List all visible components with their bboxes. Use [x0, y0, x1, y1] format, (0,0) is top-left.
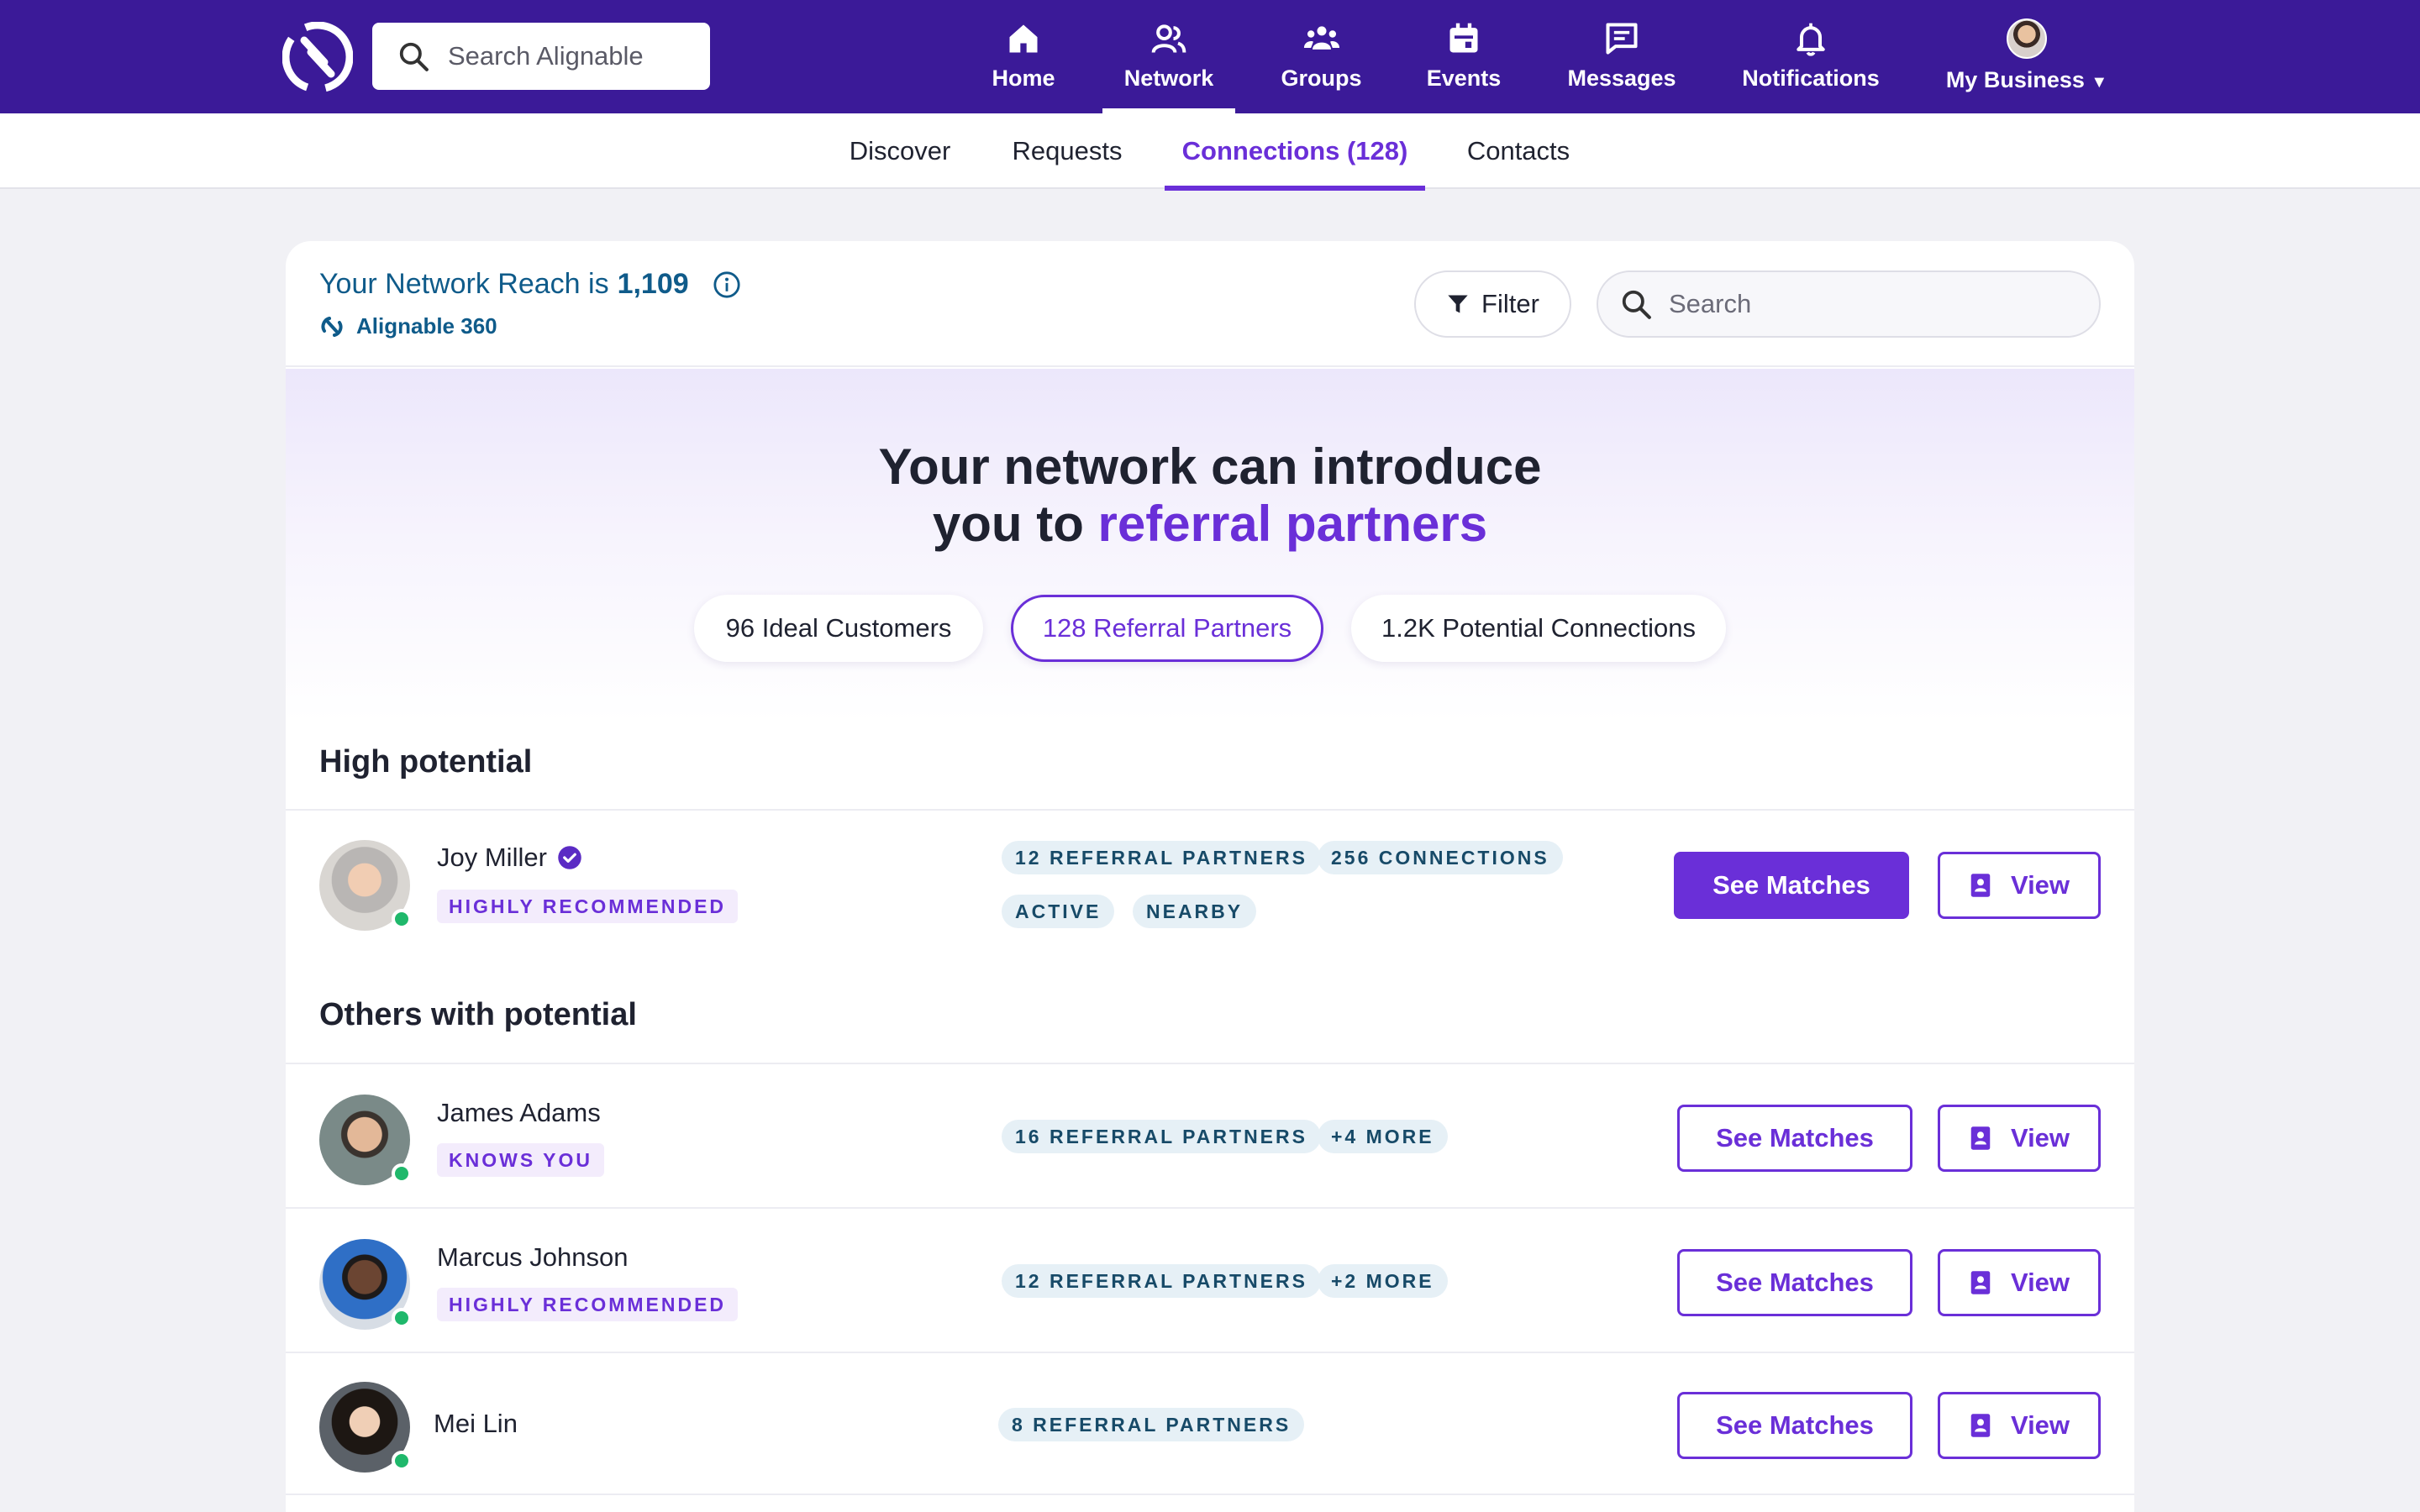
filter-icon — [1448, 295, 1468, 313]
top-navigation-bar: Home Network Groups Events Messages Noti… — [0, 0, 2420, 113]
global-search-input[interactable] — [448, 41, 700, 71]
chip-active: ACTIVE — [1002, 895, 1115, 928]
nav-messages[interactable]: Messages — [1563, 0, 1681, 113]
profile-card-icon — [1970, 874, 1991, 897]
nav-events[interactable]: Events — [1423, 0, 1505, 113]
alignable-360-link[interactable]: Alignable 360 — [319, 313, 497, 339]
chip-referral-partners: 12 REFERRAL PARTNERS — [1002, 1264, 1321, 1298]
person-name[interactable]: Mei Lin — [434, 1409, 518, 1439]
verified-badge-icon — [558, 846, 581, 869]
bell-icon — [1797, 23, 1825, 56]
nav-notifications[interactable]: Notifications — [1738, 0, 1884, 113]
nav-network-label: Network — [1123, 66, 1214, 91]
network-reach-label: Your Network Reach is — [319, 268, 609, 300]
see-matches-button[interactable]: See Matches — [1677, 1105, 1912, 1172]
person-name[interactable]: Marcus Johnson — [437, 1242, 628, 1273]
online-status-dot — [392, 1308, 412, 1328]
nav-groups[interactable]: Groups — [1277, 0, 1365, 113]
connections-search-input[interactable] — [1669, 289, 2072, 319]
chip-nearby: NEARBY — [1133, 895, 1257, 928]
filter-label: Filter — [1481, 289, 1539, 318]
info-icon[interactable] — [713, 270, 741, 299]
search-icon — [1622, 290, 1651, 319]
nav-home[interactable]: Home — [983, 0, 1064, 113]
see-matches-button[interactable]: See Matches — [1674, 852, 1909, 919]
messages-icon — [1606, 23, 1638, 55]
tab-contacts[interactable]: Contacts — [1457, 113, 1580, 189]
nav-messages-label: Messages — [1567, 66, 1676, 91]
tab-requests[interactable]: Requests — [1005, 113, 1129, 189]
caret-down-icon: ▼ — [2091, 73, 2108, 92]
global-search-box[interactable] — [372, 23, 710, 90]
alignable-logo[interactable] — [282, 22, 353, 92]
profile-card-icon — [1970, 1414, 1991, 1437]
hero-title-line2: you to referral partners — [932, 496, 1488, 552]
chip-more[interactable]: +2 MORE — [1318, 1264, 1448, 1298]
online-status-dot — [392, 1451, 412, 1471]
chip-connections: 256 CONNECTIONS — [1318, 841, 1563, 874]
see-matches-button[interactable]: See Matches — [1677, 1249, 1912, 1316]
nav-my-business[interactable]: My Business ▼ — [1943, 0, 2111, 113]
hero-title-line1: Your network can introduce — [878, 438, 1542, 495]
nav-notifications-label: Notifications — [1742, 66, 1880, 91]
list-item: Mei Lin 8 REFERRAL PARTNERS See Matches … — [286, 1352, 2134, 1495]
nav-home-label: Home — [992, 66, 1055, 91]
groups-icon — [1303, 26, 1339, 50]
view-profile-button[interactable]: View — [1938, 1249, 2101, 1316]
avatar[interactable] — [319, 1239, 412, 1330]
view-profile-button[interactable]: View — [1938, 1105, 2101, 1172]
chip-referral-partners: 16 REFERRAL PARTNERS — [1002, 1120, 1321, 1153]
chip-more[interactable]: +4 MORE — [1318, 1120, 1448, 1153]
network-reach: Your Network Reach is 1,109 — [319, 268, 741, 301]
chip-referral-partners: 12 REFERRAL PARTNERS — [1002, 841, 1321, 874]
hero-title: Your network can introduce you to referr… — [0, 438, 2420, 553]
list-item: Marcus Johnson HIGHLY RECOMMENDED 12 REF… — [286, 1207, 2134, 1352]
online-status-dot — [392, 1163, 412, 1184]
connections-search-box[interactable] — [1597, 270, 2101, 338]
view-profile-button[interactable]: View — [1938, 852, 2101, 919]
recommendation-badge: KNOWS YOU — [437, 1143, 604, 1177]
nav-network[interactable]: Network — [1102, 0, 1235, 113]
see-matches-button[interactable]: See Matches — [1677, 1392, 1912, 1459]
calendar-icon — [1449, 23, 1478, 53]
profile-card-icon — [1970, 1271, 1991, 1294]
home-icon — [1009, 24, 1038, 53]
avatar[interactable] — [319, 1095, 412, 1185]
network-subnav: Discover Requests Connections (128) Cont… — [0, 113, 2420, 191]
nav-my-business-label: My Business ▼ — [1945, 67, 2108, 92]
avatar[interactable] — [319, 1382, 412, 1473]
list-item: James Adams KNOWS YOU 16 REFERRAL PARTNE… — [286, 1063, 2134, 1207]
pill-potential-connections[interactable]: 1.2K Potential Connections — [1351, 595, 1726, 662]
section-title-high-potential: High potential — [319, 744, 533, 780]
section-title-others: Others with potential — [319, 997, 637, 1032]
alignable-360-label: Alignable 360 — [356, 313, 497, 339]
network-reach-value: 1,109 — [617, 268, 689, 300]
view-profile-button[interactable]: View — [1938, 1392, 2101, 1459]
recommendation-badge: HIGHLY RECOMMENDED — [437, 1288, 739, 1321]
pill-referral-partners[interactable]: 128 Referral Partners — [1011, 595, 1323, 662]
person-name[interactable]: James Adams — [437, 1098, 601, 1128]
profile-card-icon — [1970, 1126, 1991, 1150]
pill-ideal-customers[interactable]: 96 Ideal Customers — [694, 595, 983, 662]
recommendation-badge: HIGHLY RECOMMENDED — [437, 890, 739, 923]
list-item: Joy Miller HIGHLY RECOMMENDED 12 REFERRA… — [286, 809, 2134, 940]
user-avatar — [2007, 18, 2047, 59]
filter-button[interactable]: Filter — [1414, 270, 1571, 338]
alignable-360-icon — [321, 316, 343, 337]
search-icon — [399, 42, 429, 71]
chip-referral-partners: 8 REFERRAL PARTNERS — [998, 1408, 1305, 1441]
tab-discover[interactable]: Discover — [840, 113, 960, 189]
online-status-dot — [392, 909, 412, 929]
network-icon — [1151, 24, 1186, 54]
avatar[interactable] — [319, 840, 412, 931]
card-header: Your Network Reach is 1,109 Alignable 36… — [286, 241, 2134, 367]
nav-events-label: Events — [1426, 66, 1502, 91]
person-name[interactable]: Joy Miller — [437, 843, 582, 873]
nav-groups-label: Groups — [1281, 66, 1362, 91]
tab-connections[interactable]: Connections (128) — [1165, 113, 1425, 191]
hero-title-accent: referral partners — [1097, 496, 1488, 552]
